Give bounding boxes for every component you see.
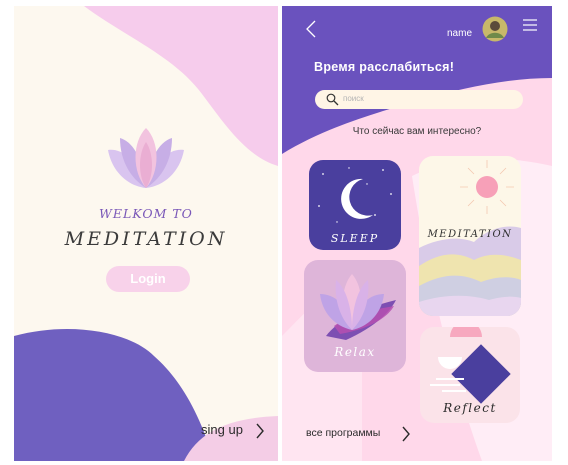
moon-icon [341, 178, 373, 219]
app-title: MEDITATION [64, 228, 228, 250]
all-programs-link[interactable]: все программы [306, 427, 380, 439]
login-button[interactable]: Login [106, 266, 190, 292]
relax-card-label: Relax [334, 345, 376, 359]
chevron-right-icon[interactable] [255, 423, 265, 439]
page-title: Время расслабиться! [314, 60, 455, 74]
menu-icon[interactable] [522, 18, 538, 32]
meditation-card-label: MEDITATION [427, 229, 513, 240]
sleep-card[interactable]: SLEEP [309, 160, 401, 250]
lotus-icon [320, 274, 396, 340]
username: name [447, 28, 473, 39]
reflect-card-label: Reflect [443, 401, 497, 415]
signup-link[interactable]: sing up [201, 422, 243, 437]
welcome-screen: WELKOM TO MEDITATION Login sing up [14, 6, 278, 461]
home-screen: name Время расслабиться! поиск Что сейча… [282, 6, 552, 461]
sleep-card-label: SLEEP [330, 232, 380, 245]
reflect-card[interactable]: Reflect [420, 327, 520, 423]
meditation-card[interactable]: MEDITATION [419, 156, 521, 316]
chevron-right-icon[interactable] [401, 426, 411, 442]
section-question: Что сейчас вам интересно? [352, 126, 482, 137]
welcome-greeting: WELKOM TO [99, 206, 193, 221]
search-input[interactable]: поиск [315, 90, 523, 109]
lotus-icon [108, 128, 184, 188]
search-icon [326, 93, 339, 106]
search-placeholder: поиск [343, 94, 364, 103]
avatar[interactable] [482, 16, 508, 42]
back-arrow-icon[interactable] [304, 20, 318, 38]
relax-card[interactable]: Relax [304, 260, 406, 372]
